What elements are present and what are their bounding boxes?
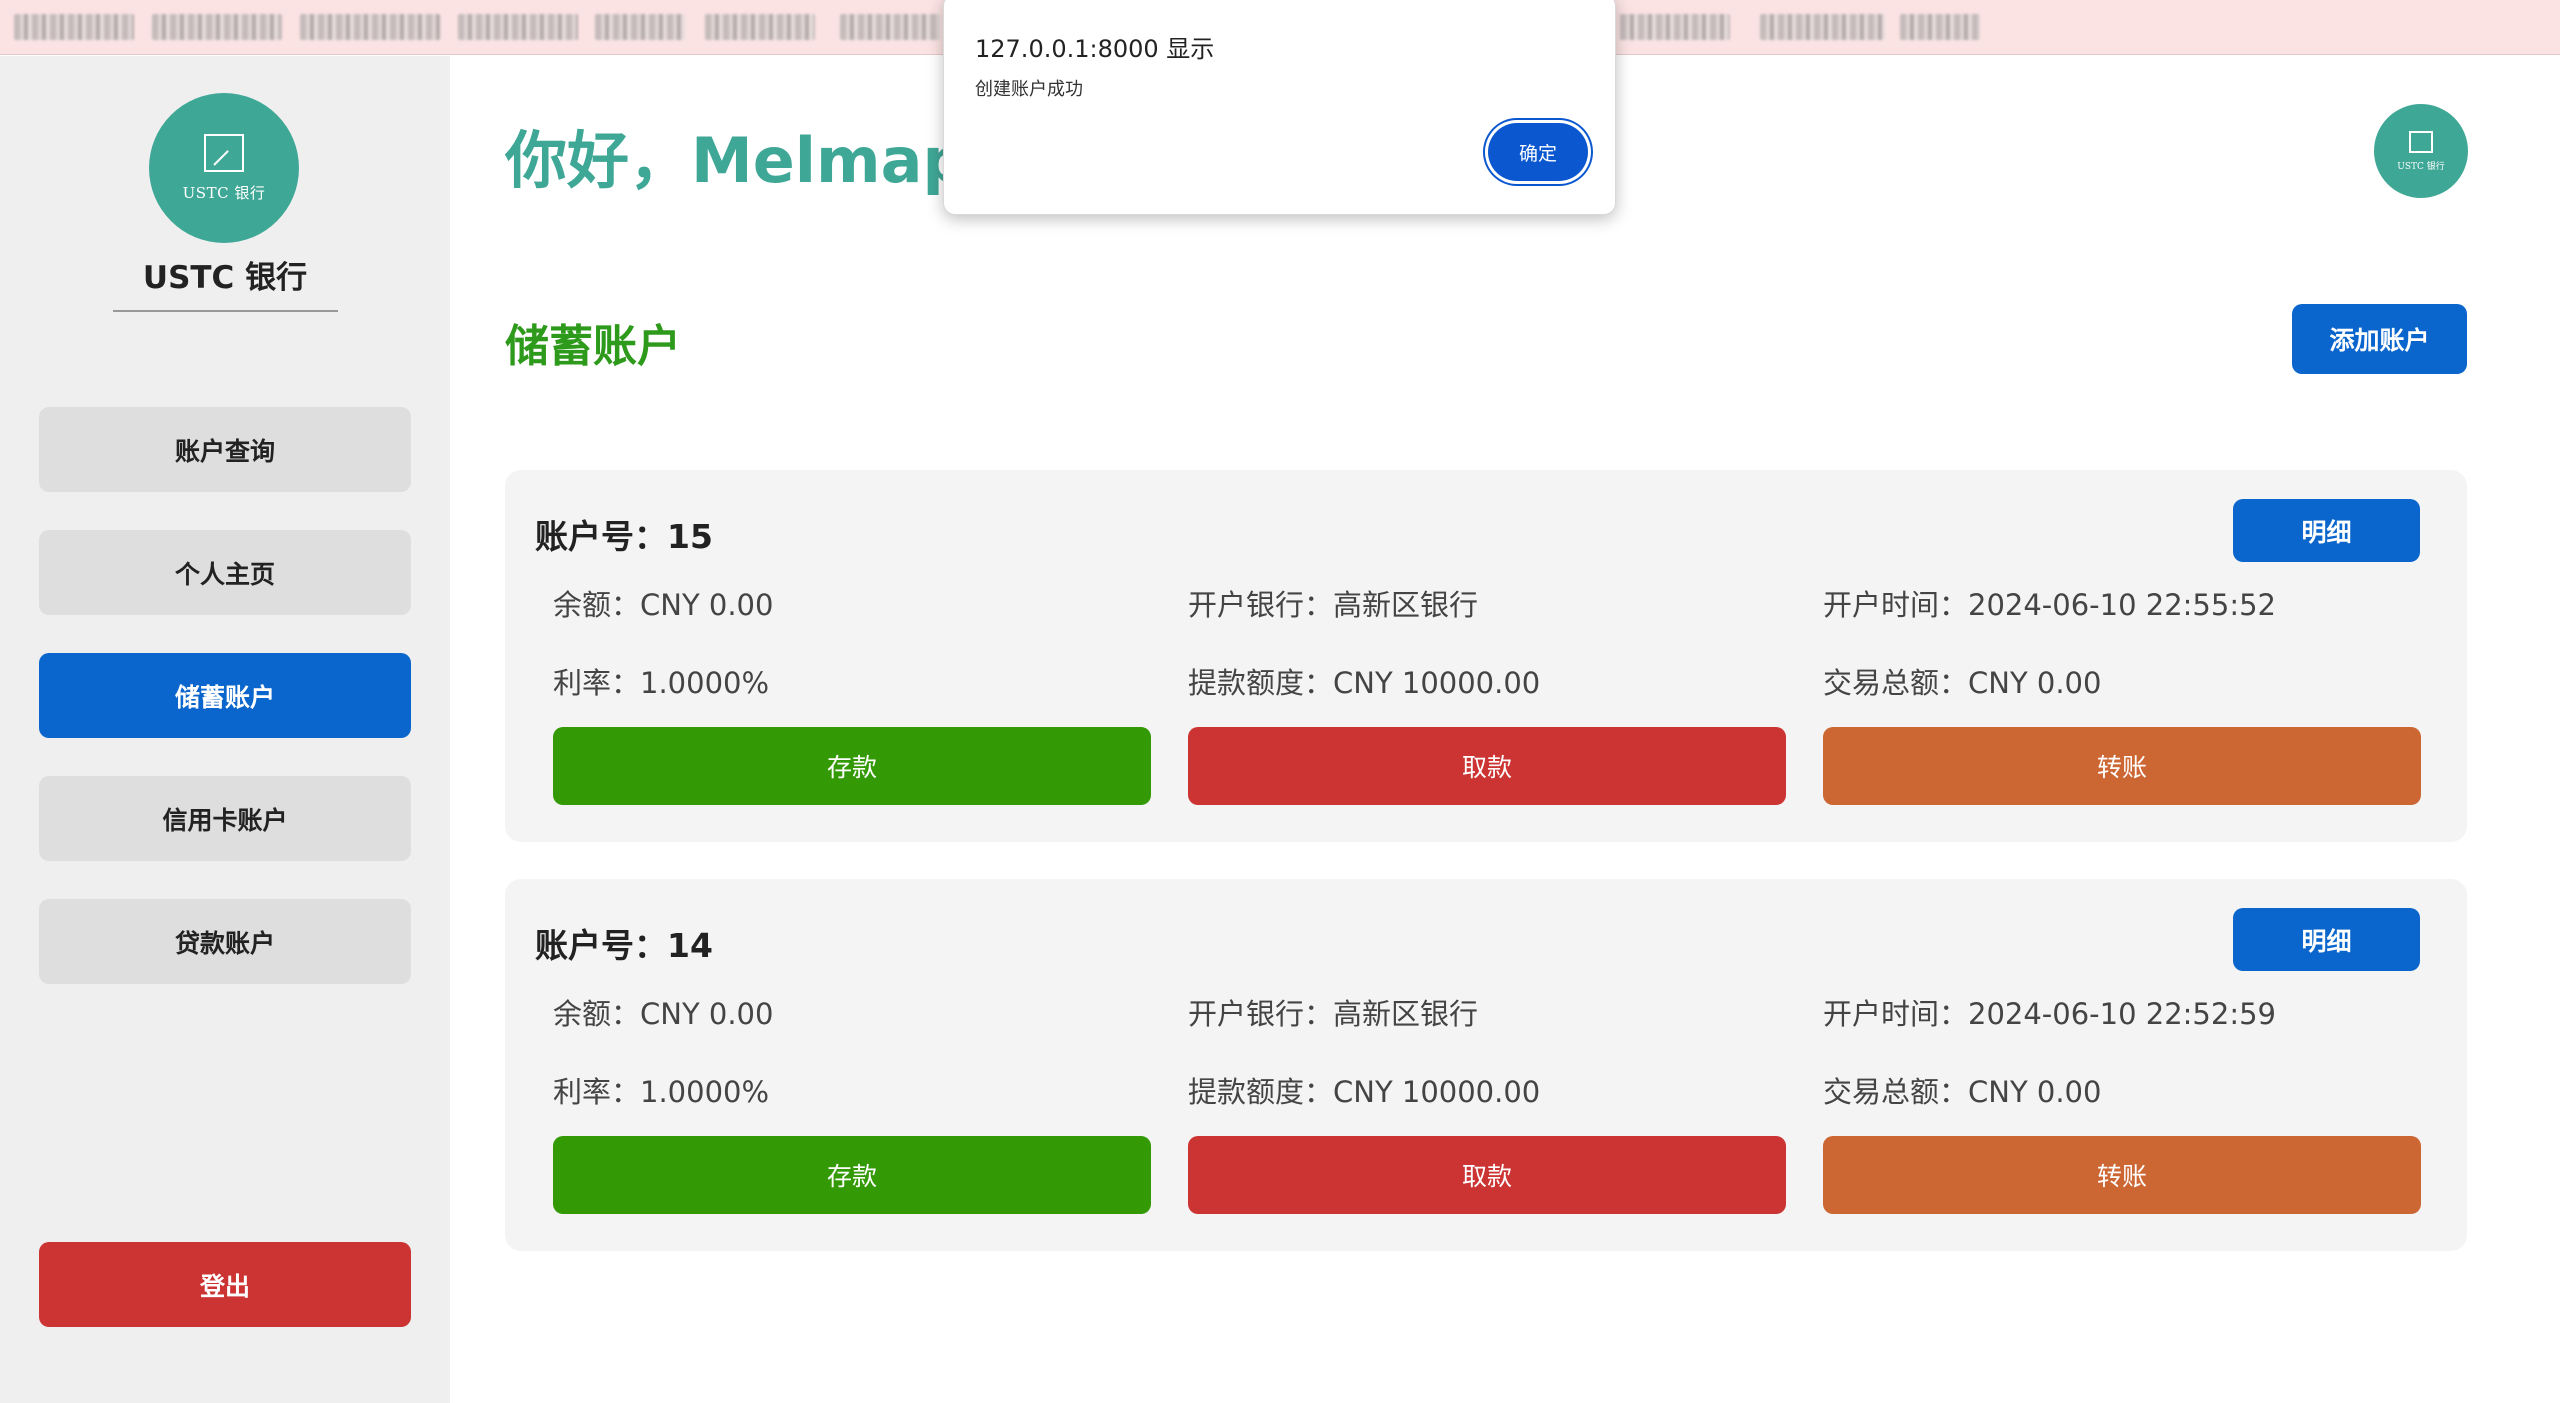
blurred-bookmark[interactable] [705, 14, 815, 40]
account-number: 账户号：14 [535, 926, 713, 965]
nav-profile[interactable]: 个人主页 [39, 530, 411, 615]
withdraw-limit: 提款额度：CNY 10000.00 [1188, 666, 1541, 700]
withdraw-button[interactable]: 取款 [1188, 727, 1786, 805]
open-bank: 开户银行：高新区银行 [1188, 997, 1479, 1031]
withdraw-button[interactable]: 取款 [1188, 1136, 1786, 1214]
balance: 余额：CNY 0.00 [553, 588, 774, 622]
transfer-button[interactable]: 转账 [1823, 1136, 2421, 1214]
deposit-button[interactable]: 存款 [553, 1136, 1151, 1214]
nav-loan[interactable]: 贷款账户 [39, 899, 411, 984]
nav-account-query[interactable]: 账户查询 [39, 407, 411, 492]
interest-rate: 利率：1.0000% [553, 666, 770, 700]
bank-logo: USTC 银行 [149, 93, 299, 243]
account-card: 账户号：14 明细 余额：CNY 0.00 开户银行：高新区银行 开户时间：20… [505, 879, 2467, 1251]
dialog-message: 创建账户成功 [975, 79, 1083, 100]
blurred-bookmark[interactable] [1620, 14, 1730, 40]
interest-rate: 利率：1.0000% [553, 1075, 770, 1109]
blurred-bookmark[interactable] [14, 14, 134, 40]
account-number: 账户号：15 [535, 517, 713, 556]
greeting-title: 你好，Melmaph [505, 124, 1011, 197]
sidebar: USTC 银行 USTC 银行 账户查询 个人主页 储蓄账户 信用卡账户 贷款账… [0, 56, 450, 1403]
open-time: 开户时间：2024-06-10 22:52:59 [1823, 997, 2276, 1031]
nav-credit-card[interactable]: 信用卡账户 [39, 776, 411, 861]
avatar-text: USTC 银行 [2397, 161, 2445, 172]
divider [113, 310, 338, 312]
blurred-bookmark[interactable] [458, 14, 578, 40]
bank-name: USTC 银行 [142, 260, 308, 296]
dialog-ok-button[interactable]: 确定 [1488, 123, 1588, 181]
open-bank: 开户银行：高新区银行 [1188, 588, 1479, 622]
open-time: 开户时间：2024-06-10 22:55:52 [1823, 588, 2276, 622]
logo-text: USTC 银行 [182, 183, 266, 202]
logo-mark-icon [2409, 130, 2433, 153]
detail-button[interactable]: 明细 [2233, 499, 2420, 562]
trade-total: 交易总额：CNY 0.00 [1823, 1075, 2102, 1109]
alert-dialog: 127.0.0.1:8000 显示 创建账户成功 确定 [943, 0, 1616, 215]
logo-mark-icon [204, 133, 244, 172]
blurred-bookmark[interactable] [1900, 14, 1980, 40]
blurred-bookmark[interactable] [595, 14, 685, 40]
balance: 余额：CNY 0.00 [553, 997, 774, 1031]
blurred-bookmark[interactable] [1760, 14, 1885, 40]
nav-savings[interactable]: 储蓄账户 [39, 653, 411, 738]
avatar[interactable]: USTC 银行 [2374, 104, 2468, 198]
add-account-button[interactable]: 添加账户 [2292, 304, 2467, 374]
detail-button[interactable]: 明细 [2233, 908, 2420, 971]
section-title: 储蓄账户 [505, 321, 681, 372]
logout-button[interactable]: 登出 [39, 1242, 411, 1327]
blurred-bookmark[interactable] [152, 14, 282, 40]
dialog-title: 127.0.0.1:8000 显示 [975, 35, 1215, 63]
deposit-button[interactable]: 存款 [553, 727, 1151, 805]
transfer-button[interactable]: 转账 [1823, 727, 2421, 805]
trade-total: 交易总额：CNY 0.00 [1823, 666, 2102, 700]
withdraw-limit: 提款额度：CNY 10000.00 [1188, 1075, 1541, 1109]
blurred-bookmark[interactable] [300, 14, 440, 40]
blurred-bookmark[interactable] [840, 14, 940, 40]
account-card: 账户号：15 明细 余额：CNY 0.00 开户银行：高新区银行 开户时间：20… [505, 470, 2467, 842]
